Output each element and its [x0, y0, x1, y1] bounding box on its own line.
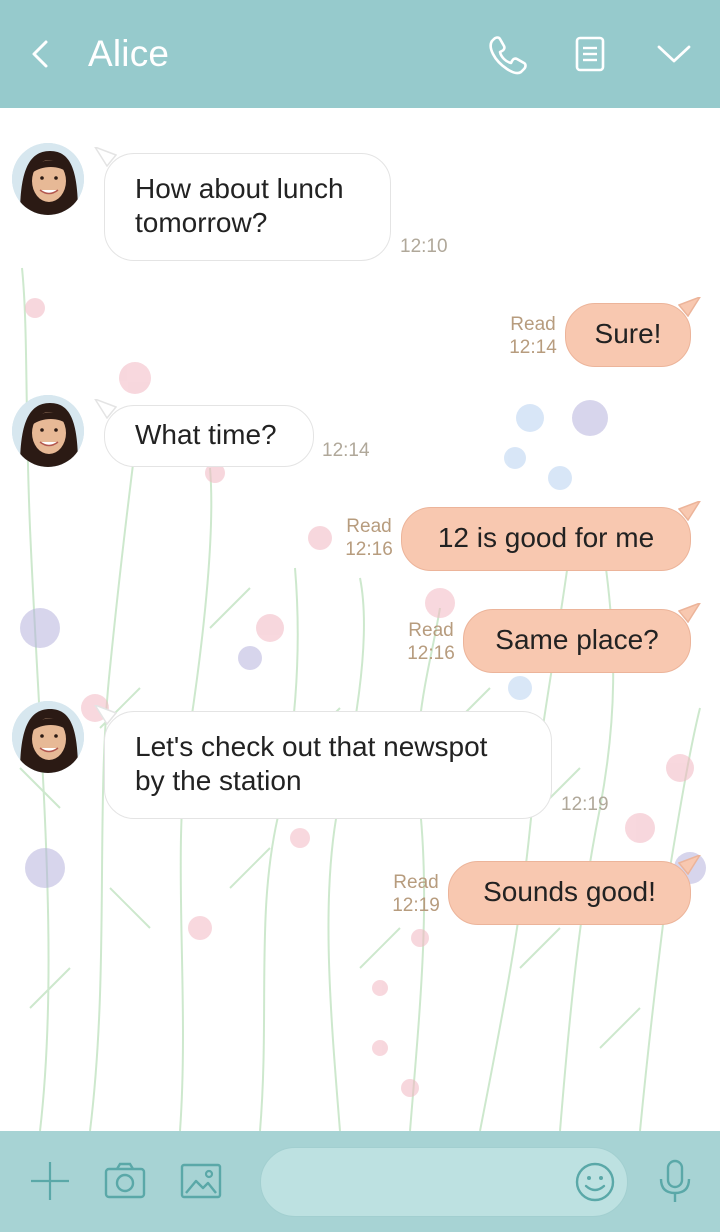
- message-input[interactable]: [283, 1148, 563, 1216]
- image-icon: [180, 1163, 222, 1199]
- message-bubble-incoming[interactable]: What time?: [94, 399, 314, 467]
- message-time: 12:10: [400, 236, 448, 257]
- message-bubble-outgoing[interactable]: 12 is good for me: [401, 501, 701, 571]
- chevron-left-icon: [32, 40, 48, 68]
- back-button[interactable]: [22, 30, 62, 78]
- read-receipt: Read: [510, 314, 556, 335]
- message-text: Same place?: [495, 624, 659, 655]
- read-receipt: Read: [393, 872, 439, 893]
- bubble-tail: [678, 603, 701, 623]
- message-bubble-incoming[interactable]: How about lunch tomorrow?: [94, 147, 391, 261]
- bubble-tail: [94, 399, 117, 419]
- message-text: Sounds good!: [483, 876, 656, 907]
- message-time: 12:19: [561, 794, 609, 815]
- avatar-image: [12, 701, 84, 773]
- avatar[interactable]: [12, 395, 84, 467]
- message-status: Read 12:16: [403, 619, 459, 665]
- camera-icon: [104, 1162, 146, 1199]
- bubble-tail: [678, 297, 701, 317]
- avatar-image: [12, 395, 84, 467]
- message-text: by the station: [135, 765, 302, 796]
- message-time: 12:19: [392, 895, 440, 916]
- message-text: What time?: [135, 419, 277, 450]
- message-status: Read 12:16: [341, 515, 397, 561]
- message-text: Let's check out that newspot: [135, 731, 488, 762]
- bubble-tail: [94, 705, 117, 725]
- message-text: tomorrow?: [135, 207, 268, 238]
- message-bubble-outgoing[interactable]: Sounds good!: [448, 855, 701, 925]
- read-receipt: Read: [408, 620, 454, 641]
- smiley-icon: [575, 1162, 615, 1202]
- read-receipt: Read: [346, 516, 392, 537]
- call-button[interactable]: [482, 30, 530, 78]
- message-status: Read 12:19: [388, 871, 444, 917]
- bubble-tail: [678, 855, 701, 875]
- avatar[interactable]: [12, 143, 84, 215]
- message-time: 12:14: [509, 337, 557, 358]
- menu-button[interactable]: [650, 30, 698, 78]
- message-input-container[interactable]: [260, 1147, 628, 1217]
- message-status: Read 12:14: [505, 313, 561, 359]
- notes-icon: [575, 36, 605, 72]
- message-bubble-outgoing[interactable]: Same place?: [463, 603, 701, 673]
- camera-button[interactable]: [101, 1157, 149, 1205]
- chat-area[interactable]: How about lunch tomorrow? 12:10 Read 12:…: [0, 108, 720, 1131]
- message-time: 12:14: [322, 440, 370, 461]
- image-button[interactable]: [177, 1157, 225, 1205]
- message-time: 12:16: [407, 643, 455, 664]
- avatar[interactable]: [12, 701, 84, 773]
- chevron-down-icon: [657, 45, 691, 63]
- chat-header: Alice: [0, 0, 720, 108]
- chat-screen: Alice How about lunch tomorrow? 12:10 Re…: [0, 0, 720, 1232]
- message-time: 12:16: [345, 539, 393, 560]
- composer-bar: [0, 1131, 720, 1232]
- avatar-image: [12, 143, 84, 215]
- bubble-tail: [678, 501, 701, 521]
- bubble-tail: [94, 147, 117, 167]
- message-text: 12 is good for me: [437, 522, 655, 553]
- message-bubble-outgoing[interactable]: Sure!: [565, 297, 701, 367]
- phone-icon: [489, 36, 527, 75]
- emoji-button[interactable]: [571, 1158, 619, 1206]
- chat-title: Alice: [88, 33, 170, 74]
- message-text: Sure!: [594, 318, 662, 349]
- notes-button[interactable]: [566, 30, 614, 78]
- message-list: How about lunch tomorrow? 12:10 Read 12:…: [0, 108, 720, 1131]
- add-button[interactable]: [26, 1157, 74, 1205]
- voice-button[interactable]: [651, 1157, 699, 1205]
- microphone-icon: [659, 1159, 691, 1202]
- plus-icon: [31, 1162, 69, 1200]
- message-bubble-incoming[interactable]: Let's check out that newspot by the stat…: [94, 705, 552, 819]
- message-text: How about lunch: [135, 173, 344, 204]
